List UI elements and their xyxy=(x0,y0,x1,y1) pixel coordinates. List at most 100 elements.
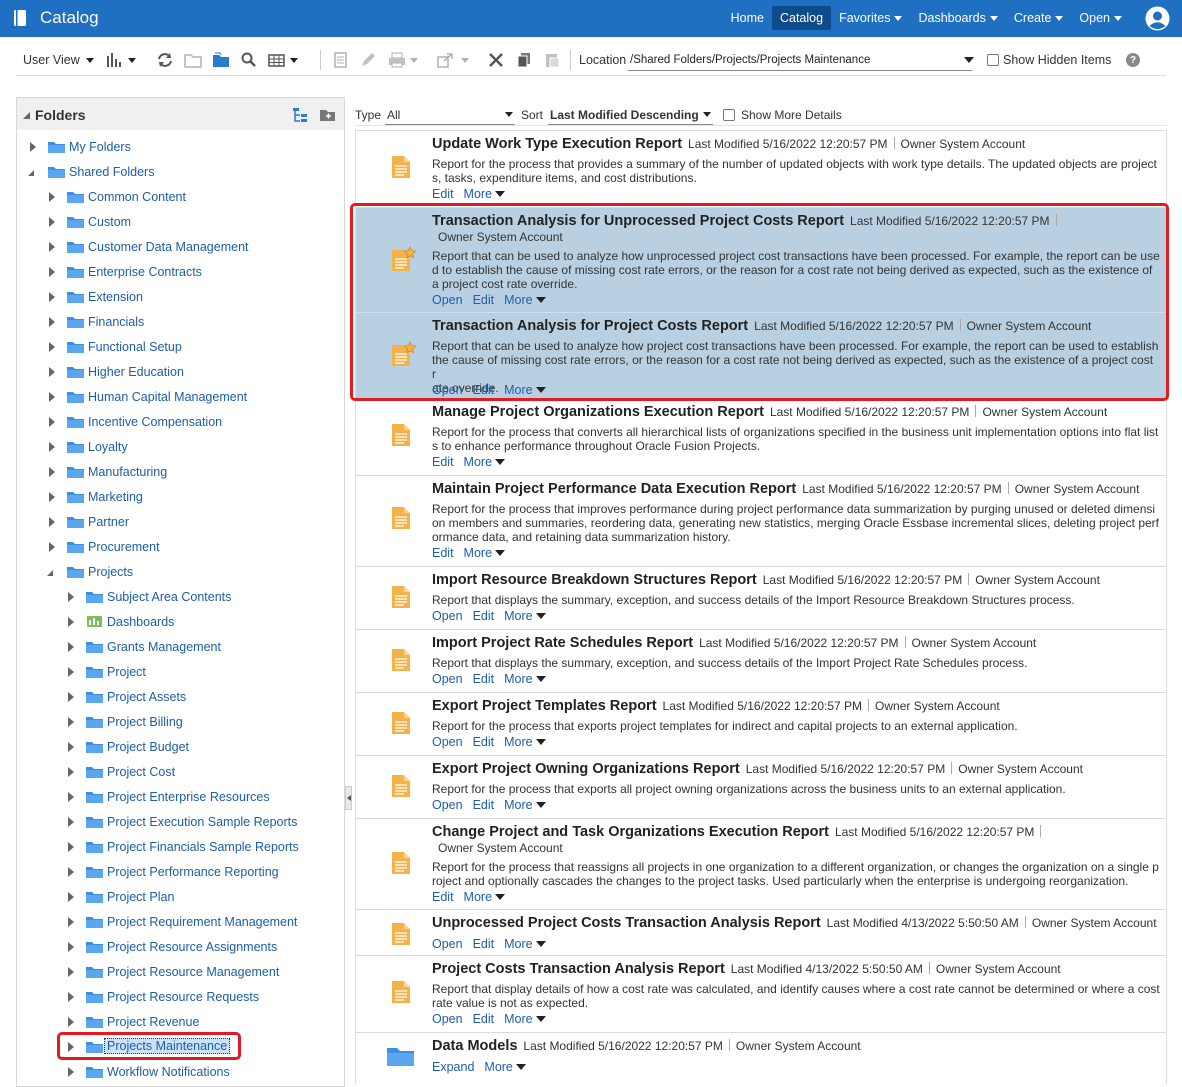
folder-label-project-budget[interactable]: Project Budget xyxy=(107,740,189,754)
folder-tree-item[interactable]: My Folders xyxy=(17,136,337,158)
folder-label-marketing[interactable]: Marketing xyxy=(88,490,143,504)
folder-tree-item[interactable]: Project Cost xyxy=(17,761,337,783)
action-open[interactable]: Open xyxy=(432,937,463,951)
folder-tree-item[interactable]: Project Revenue xyxy=(17,1011,337,1033)
folder-label-manufacturing[interactable]: Manufacturing xyxy=(88,465,167,479)
sort-select[interactable]: Last Modified Descending xyxy=(548,105,713,125)
collapsed-triangle-icon[interactable] xyxy=(49,192,55,202)
collapsed-triangle-icon[interactable] xyxy=(49,242,55,252)
folder-label-custom[interactable]: Custom xyxy=(88,215,131,229)
folder-tree-item[interactable]: Project Budget xyxy=(17,736,337,758)
folder-label-project-performance-reporting[interactable]: Project Performance Reporting xyxy=(107,865,279,879)
folder-label-extension[interactable]: Extension xyxy=(88,290,143,304)
collapsed-triangle-icon[interactable] xyxy=(68,792,74,802)
folder-tree-item[interactable]: Manufacturing xyxy=(17,461,337,483)
folder-label-project-enterprise-resources[interactable]: Project Enterprise Resources xyxy=(107,790,270,804)
folder-tree-item[interactable]: Project Resource Management xyxy=(17,961,337,983)
collapsed-triangle-icon[interactable] xyxy=(49,217,55,227)
catalog-item[interactable]: Unprocessed Project Costs Transaction An… xyxy=(356,910,1166,956)
folder-tree-item[interactable]: Project Performance Reporting xyxy=(17,861,337,883)
item-name[interactable]: Export Project Templates Report xyxy=(432,698,657,714)
catalog-item[interactable]: Import Project Rate Schedules Report Last… xyxy=(356,630,1166,693)
open-folder-button[interactable] xyxy=(212,44,230,76)
item-name[interactable]: Manage Project Organizations Execution R… xyxy=(432,404,764,420)
collapsed-triangle-icon[interactable] xyxy=(68,692,74,702)
show-more-checkbox[interactable] xyxy=(723,109,735,121)
folder-tree-item[interactable]: Procurement xyxy=(17,536,337,558)
collapsed-triangle-icon[interactable] xyxy=(68,942,74,952)
print-menu[interactable] xyxy=(388,44,418,76)
folder-tree-item[interactable]: Marketing xyxy=(17,486,337,508)
folder-tree-item[interactable]: Partner xyxy=(17,511,337,533)
collapsed-triangle-icon[interactable] xyxy=(68,892,74,902)
folder-label-higher-education[interactable]: Higher Education xyxy=(88,365,184,379)
action-more[interactable]: More xyxy=(504,672,555,686)
show-more-details[interactable]: Show More Details xyxy=(723,108,842,122)
folder-tree-item[interactable]: Customer Data Management xyxy=(17,236,337,258)
collapsed-triangle-icon[interactable] xyxy=(68,992,74,1002)
folder-label-grants-management[interactable]: Grants Management xyxy=(107,640,221,654)
paste-button[interactable] xyxy=(544,44,562,76)
collapsed-triangle-icon[interactable] xyxy=(68,617,74,627)
collapsed-triangle-icon[interactable] xyxy=(68,742,74,752)
folder-label-incentive-compensation[interactable]: Incentive Compensation xyxy=(88,415,222,429)
nav-open[interactable]: Open xyxy=(1071,6,1130,30)
action-edit[interactable]: Edit xyxy=(432,187,454,201)
show-hidden-checkbox[interactable] xyxy=(987,54,999,66)
folder-tree-item[interactable]: Loyalty xyxy=(17,436,337,458)
folder-tree-item[interactable]: Project Resource Requests xyxy=(17,986,337,1008)
action-more[interactable]: More xyxy=(464,455,515,469)
folder-tree-item[interactable]: Project Execution Sample Reports xyxy=(17,811,337,833)
folder-label-projects[interactable]: Projects xyxy=(88,565,133,579)
folder-label-project-requirement-management[interactable]: Project Requirement Management xyxy=(107,915,297,929)
folder-tree-item[interactable]: Project xyxy=(17,661,337,683)
user-view-menu[interactable]: User View xyxy=(23,44,94,76)
item-name[interactable]: Import Project Rate Schedules Report xyxy=(432,635,693,651)
nav-home[interactable]: Home xyxy=(723,6,772,30)
collapsed-triangle-icon[interactable] xyxy=(68,667,74,677)
action-more[interactable]: More xyxy=(504,937,555,951)
catalog-item[interactable]: Import Resource Breakdown Structures Rep… xyxy=(356,567,1166,630)
action-more[interactable]: More xyxy=(484,1060,535,1074)
action-edit[interactable]: Edit xyxy=(432,546,454,560)
folder-tree-item[interactable]: Project Resource Assignments xyxy=(17,936,337,958)
action-open[interactable]: Open xyxy=(432,735,463,749)
folder-label-project-revenue[interactable]: Project Revenue xyxy=(107,1015,199,1029)
collapsed-triangle-icon[interactable] xyxy=(68,592,74,602)
collapsed-triangle-icon[interactable] xyxy=(68,842,74,852)
folder-label-project[interactable]: Project xyxy=(107,665,146,679)
catalog-item[interactable]: Export Project Owning Organizations Repo… xyxy=(356,756,1166,819)
folder-label-project-plan[interactable]: Project Plan xyxy=(107,890,174,904)
folder-label-project-resource-assignments[interactable]: Project Resource Assignments xyxy=(107,940,277,954)
search-button[interactable] xyxy=(240,44,258,76)
folder-label-project-resource-requests[interactable]: Project Resource Requests xyxy=(107,990,259,1004)
action-more[interactable]: More xyxy=(504,735,555,749)
folder-tree-item[interactable]: Higher Education xyxy=(17,361,337,383)
collapsed-triangle-icon[interactable] xyxy=(49,367,55,377)
folder-tree-item[interactable]: Projects xyxy=(17,561,337,583)
edit-button[interactable] xyxy=(360,44,378,76)
catalog-item[interactable]: Data Models Last Modified 5/16/2022 12:20… xyxy=(356,1033,1166,1084)
action-edit[interactable]: Edit xyxy=(473,735,495,749)
folder-tree-item[interactable]: Project Assets xyxy=(17,686,337,708)
catalog-item[interactable]: Change Project and Task Organizations Ex… xyxy=(356,819,1166,910)
user-avatar-icon[interactable] xyxy=(1145,6,1170,31)
collapsed-triangle-icon[interactable] xyxy=(49,342,55,352)
catalog-item[interactable]: Project Costs Transaction Analysis Repor… xyxy=(356,956,1166,1033)
copy-button[interactable] xyxy=(516,44,534,76)
folder-label-common-content[interactable]: Common Content xyxy=(88,190,186,204)
item-name[interactable]: Export Project Owning Organizations Repo… xyxy=(432,761,740,777)
action-open[interactable]: Open xyxy=(432,609,463,623)
folder-tree-item[interactable]: Project Financials Sample Reports xyxy=(17,836,337,858)
folder-label-project-execution-sample-reports[interactable]: Project Execution Sample Reports xyxy=(107,815,297,829)
collapsed-triangle-icon[interactable] xyxy=(49,442,55,452)
location-dropdown[interactable] xyxy=(960,44,974,76)
item-name[interactable]: Change Project and Task Organizations Ex… xyxy=(432,824,829,840)
action-more[interactable]: More xyxy=(504,1012,555,1026)
collapsed-triangle-icon[interactable] xyxy=(49,417,55,427)
folder-tree-item[interactable]: Financials xyxy=(17,311,337,333)
tree-view-icon[interactable] xyxy=(292,107,308,123)
folder-tree-item[interactable]: Extension xyxy=(17,286,337,308)
collapsed-triangle-icon[interactable] xyxy=(68,1067,74,1077)
item-name[interactable]: Maintain Project Performance Data Execut… xyxy=(432,481,796,497)
